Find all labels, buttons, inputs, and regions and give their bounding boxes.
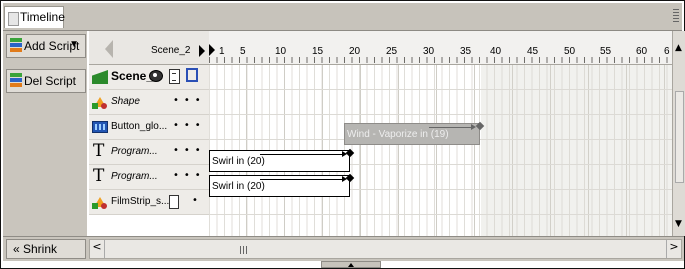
layer-name: Button_glo... (111, 121, 168, 132)
layer-list: Scene_1 Shape ••• Button_glo... ••• T Pr… (89, 65, 209, 236)
timeline-panel: Timeline Add Script ▼ Del Script Scene_2… (0, 0, 685, 269)
chevron-down-icon[interactable]: ▼ (69, 39, 79, 50)
layer-name: FilmStrip_s... (111, 196, 170, 207)
timeline-icon (8, 12, 19, 26)
del-script-label: Del Script (24, 74, 77, 88)
panel-grip-icon[interactable] (673, 9, 679, 23)
del-script-button[interactable]: Del Script (6, 69, 86, 93)
next-scene-icon[interactable] (199, 45, 205, 57)
text-icon: T (93, 141, 105, 161)
scroll-thumb[interactable] (675, 91, 684, 183)
scroll-right-icon[interactable]: > (666, 240, 681, 258)
add-script-button[interactable]: Add Script ▼ (6, 34, 86, 58)
layer-row[interactable]: Shape ••• (89, 90, 209, 115)
tween-label: Wind - Vaporize in (19) (347, 129, 449, 140)
shape-icon (92, 94, 108, 110)
scene-navigator: Scene_2 (89, 31, 209, 65)
shrink-label: « Shrink (13, 242, 58, 256)
ruler-number: 1 (219, 46, 225, 57)
horizontal-scrollbar[interactable]: < > (89, 239, 682, 259)
previous-scene-icon[interactable] (105, 40, 113, 58)
layer-row[interactable]: T Program... ••• (89, 165, 209, 190)
tween-bar-swirl[interactable]: Swirl in (20) (209, 173, 355, 197)
eye-icon[interactable] (149, 70, 163, 82)
ruler-number: 55 (600, 46, 612, 57)
layer-row[interactable]: FilmStrip_s... • • (89, 190, 209, 215)
layer-toggle[interactable]: • (192, 195, 198, 206)
text-icon: T (93, 166, 105, 186)
lock-icon[interactable] (169, 195, 179, 209)
ruler-number: 10 (275, 46, 287, 57)
script-sidebar: Add Script ▼ Del Script (3, 31, 87, 236)
ruler-number: 6 (664, 46, 670, 57)
bottom-bar: « Shrink < > (3, 236, 684, 261)
ruler-number: 30 (423, 46, 435, 57)
outline-icon[interactable] (186, 68, 198, 82)
tween-label: Swirl in (20) (212, 156, 265, 167)
button-icon (92, 119, 108, 135)
ruler-number: 50 (564, 46, 576, 57)
ruler-number: 25 (386, 46, 398, 57)
layer-toggles[interactable]: ••• (173, 120, 206, 131)
layer-name: Shape (111, 96, 140, 107)
playhead-icon[interactable] (209, 44, 215, 56)
panel-header: Timeline (3, 3, 682, 31)
layer-toggles[interactable]: ••• (173, 145, 206, 156)
vertical-scrollbar[interactable]: ▲ ▼ (672, 31, 685, 236)
shape-icon (92, 194, 108, 210)
layer-toggles[interactable]: ••• (173, 170, 206, 181)
scene-icon (92, 69, 108, 85)
tween-bar-wind[interactable]: Wind - Vaporize in (19) (344, 121, 485, 145)
tab-timeline[interactable]: Timeline (4, 6, 65, 28)
ruler-number: 15 (312, 46, 324, 57)
tween-label: Swirl in (20) (212, 181, 265, 192)
ruler-number: 5 (240, 46, 246, 57)
layer-row-scene[interactable]: Scene_1 (89, 65, 209, 90)
frame-ruler[interactable]: 1 5 10 15 20 25 30 35 40 45 50 55 60 6 (209, 31, 672, 65)
tab-timeline-label: Timeline (20, 10, 65, 24)
layer-name: Program... (111, 171, 158, 182)
scroll-left-icon[interactable]: < (90, 240, 105, 258)
ruler-number: 60 (636, 46, 648, 57)
scene-name: Scene_2 (151, 45, 191, 56)
layer-toggles[interactable]: ••• (173, 95, 206, 106)
scroll-up-icon[interactable]: ▲ (675, 43, 682, 53)
layer-name: Program... (111, 146, 158, 157)
lock-icon[interactable] (169, 69, 180, 84)
script-icon (10, 73, 22, 88)
ruler-number: 20 (349, 46, 361, 57)
ruler-number: 45 (527, 46, 539, 57)
ruler-number: 35 (460, 46, 472, 57)
frame-grid[interactable]: Wind - Vaporize in (19) Swirl in (20) Sw… (209, 65, 672, 236)
shrink-button[interactable]: « Shrink (6, 239, 86, 259)
script-icon (10, 38, 22, 53)
tween-bar-swirl[interactable]: Swirl in (20) (209, 148, 355, 172)
ruler-number: 40 (490, 46, 502, 57)
ruler-ticks (209, 57, 672, 63)
layer-row[interactable]: T Program... ••• (89, 140, 209, 165)
scroll-down-icon[interactable]: ▼ (675, 219, 682, 229)
panel-resize-handle[interactable] (321, 261, 381, 268)
layer-row[interactable]: Button_glo... ••• (89, 115, 209, 140)
scroll-grip-icon[interactable] (240, 246, 248, 254)
